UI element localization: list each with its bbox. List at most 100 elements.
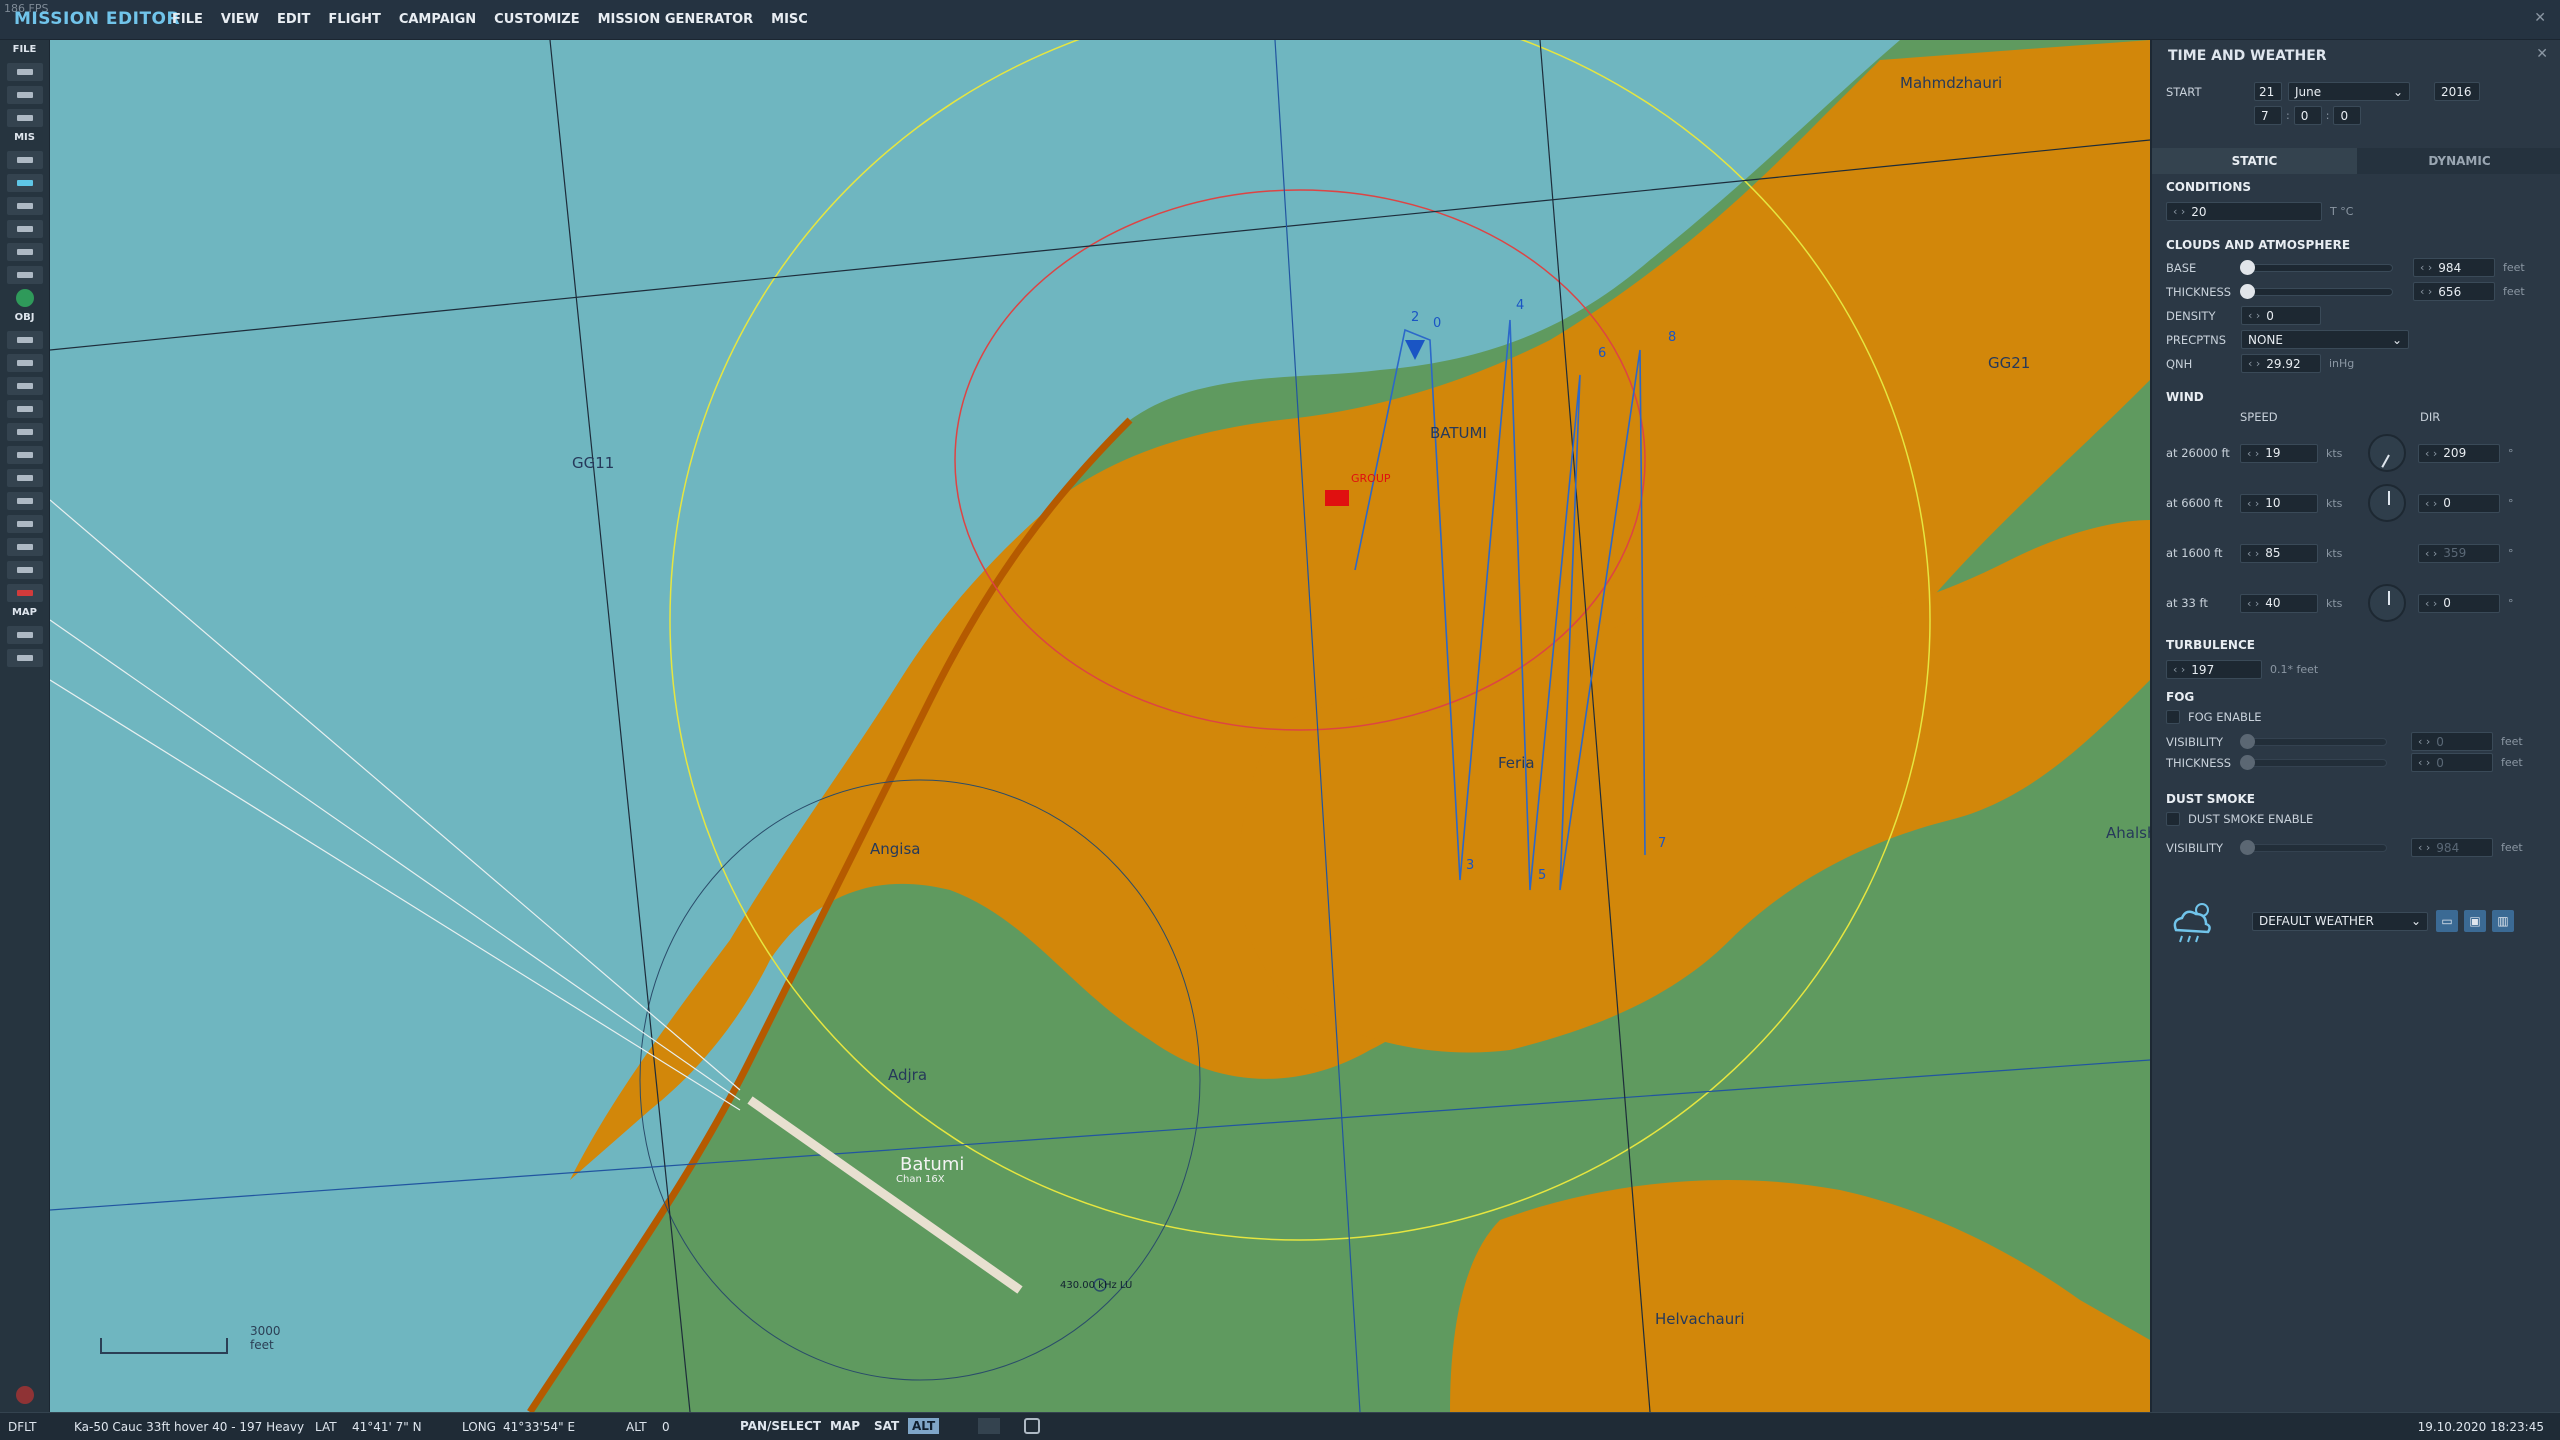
delete-preset-icon[interactable]: ▥ — [2492, 910, 2514, 932]
wind-dir-input[interactable]: 0 — [2418, 593, 2500, 613]
fly-mission-icon[interactable] — [15, 289, 34, 307]
options-check-icon[interactable] — [6, 266, 43, 284]
helicopter-group-icon[interactable] — [6, 354, 43, 372]
slider-knob[interactable] — [2240, 259, 2255, 275]
fog-enable-checkbox[interactable] — [2166, 710, 2180, 724]
close-icon[interactable]: ✕ — [2534, 10, 2546, 26]
wind-altitude-label: at 26000 ft — [2166, 446, 2230, 460]
ship-group-icon[interactable] — [6, 377, 43, 395]
screenshot-icon[interactable] — [978, 1418, 1000, 1434]
wind-dir-input[interactable]: 209 — [2418, 443, 2500, 463]
pan-select-button[interactable]: PAN/SELECT — [736, 1418, 825, 1434]
save-preset-icon[interactable]: ▣ — [2464, 910, 2486, 932]
menu-flight[interactable]: FLIGHT — [328, 12, 380, 27]
menu-file[interactable]: FILE — [172, 12, 203, 27]
carrier-icon[interactable] — [6, 515, 43, 533]
wind-speed-input[interactable]: 19 — [2240, 443, 2318, 463]
density-input[interactable]: 0 — [2241, 306, 2321, 325]
fog-visibility-input[interactable]: 0 — [2411, 732, 2493, 751]
load-preset-folder-icon[interactable]: ▭ — [2436, 910, 2458, 932]
triggers-icon[interactable] — [6, 197, 43, 215]
start-hour-input[interactable]: 7 — [2254, 106, 2282, 125]
menu-mission-generator[interactable]: MISSION GENERATOR — [598, 12, 754, 27]
bullseye-icon[interactable] — [6, 538, 43, 556]
map-canvas[interactable] — [50, 40, 2150, 1412]
airplane-group-icon[interactable] — [6, 331, 43, 349]
map-view[interactable]: GG11 GG21 BATUMI Batumi Chan 16X 430.00 … — [50, 40, 2150, 1412]
template-icon[interactable] — [6, 446, 43, 464]
panel-close-icon[interactable]: ✕ — [2536, 46, 2548, 62]
start-month-select[interactable]: June ⌄ — [2288, 82, 2410, 101]
wind-dir-input[interactable]: 0 — [2418, 493, 2500, 513]
start-year-input[interactable]: 2016 — [2434, 82, 2480, 101]
sat-mode-button[interactable]: SAT — [870, 1418, 903, 1434]
wind-speed-unit: kts — [2326, 496, 2343, 510]
dust-visibility-slider[interactable] — [2240, 839, 2387, 855]
airbase-label-batumi[interactable]: Batumi — [900, 1154, 964, 1175]
wind-speed-input[interactable]: 10 — [2240, 493, 2318, 513]
fog-visibility-slider[interactable] — [2240, 733, 2387, 749]
time-separator: : — [2286, 109, 2290, 122]
coordinate-mode-select[interactable]: DFLT — [8, 1420, 37, 1434]
map-options-icon[interactable] — [6, 626, 43, 644]
start-second-input[interactable]: 0 — [2333, 106, 2362, 125]
slider-knob[interactable] — [2240, 733, 2255, 749]
start-minute-input[interactable]: 0 — [2293, 106, 2322, 125]
dust-visibility-input[interactable]: 984 — [2411, 838, 2493, 857]
turbulence-input[interactable]: 197 — [2166, 660, 2262, 679]
trigger-zone-icon[interactable] — [6, 469, 43, 487]
alt-mode-button[interactable]: ALT — [908, 1418, 940, 1434]
weather-preset-select[interactable]: DEFAULT WEATHER ⌄ — [2252, 911, 2428, 931]
cloud-thickness-input[interactable]: 656 — [2413, 282, 2495, 301]
wind-speed-input[interactable]: 40 — [2240, 593, 2318, 613]
menu-misc[interactable]: MISC — [771, 12, 808, 27]
menu-campaign[interactable]: CAMPAIGN — [399, 12, 476, 27]
save-file-icon[interactable] — [6, 109, 43, 127]
settings-icon[interactable] — [1024, 1418, 1040, 1434]
wind-altitude-label: at 6600 ft — [2166, 496, 2223, 510]
toolbar-section-obj: OBJ — [14, 312, 35, 323]
delete-icon[interactable] — [6, 584, 43, 602]
tab-dynamic[interactable]: DYNAMIC — [2357, 148, 2560, 174]
wind-direction-dial[interactable] — [2368, 484, 2406, 522]
start-day-input[interactable]: 21 — [2254, 82, 2282, 101]
slider-knob[interactable] — [2240, 839, 2255, 855]
nav-point-icon[interactable] — [6, 492, 43, 510]
record-icon[interactable] — [16, 1386, 34, 1404]
mission-briefing-icon[interactable] — [6, 151, 43, 169]
failures-icon[interactable] — [6, 243, 43, 261]
precipitation-select[interactable]: NONE ⌄ — [2241, 330, 2409, 349]
static-object-icon[interactable] — [6, 423, 43, 441]
preset-row: DEFAULT WEATHER ⌄ ▭ ▣ ▥ — [2166, 896, 2514, 946]
dust-enable-checkbox[interactable] — [2166, 812, 2180, 826]
wind-speed-input[interactable]: 85 — [2240, 543, 2318, 563]
fog-thickness-slider[interactable] — [2240, 754, 2387, 770]
cloud-base-input[interactable]: 984 — [2413, 258, 2495, 277]
shapes-icon[interactable] — [6, 561, 43, 579]
temperature-input[interactable]: 20 — [2166, 202, 2322, 221]
left-toolbar: FILE MIS OBJ MAP — [0, 40, 50, 1412]
new-file-icon[interactable] — [6, 63, 43, 81]
goals-icon[interactable] — [6, 220, 43, 238]
slider-knob[interactable] — [2240, 754, 2255, 770]
vehicle-group-icon[interactable] — [6, 400, 43, 418]
wind-direction-dial[interactable] — [2368, 434, 2406, 472]
map-mode-button[interactable]: MAP — [826, 1418, 864, 1434]
open-file-icon[interactable] — [6, 86, 43, 104]
mission-editor-window: 186 FPS MISSION EDITOR FILE VIEW EDIT FL… — [0, 0, 2560, 1440]
qnh-input[interactable]: 29.92 — [2241, 354, 2321, 373]
menu-view[interactable]: VIEW — [221, 12, 259, 27]
wind-direction-dial[interactable] — [2368, 584, 2406, 622]
ruler-icon[interactable] — [6, 649, 43, 667]
menu-customize[interactable]: CUSTOMIZE — [494, 12, 579, 27]
cloud-base-slider[interactable] — [2240, 259, 2393, 275]
weather-icon[interactable] — [6, 174, 43, 192]
menu-edit[interactable]: EDIT — [277, 12, 310, 27]
wind-dir-input[interactable]: 359 — [2418, 543, 2500, 563]
tab-static[interactable]: STATIC — [2152, 148, 2357, 174]
slider-knob[interactable] — [2240, 283, 2255, 299]
cloud-thickness-slider[interactable] — [2240, 283, 2393, 299]
red-unit-marker[interactable] — [1325, 490, 1349, 506]
fog-thickness-input[interactable]: 0 — [2411, 753, 2493, 772]
precipitation-label: PRECPTNS — [2166, 332, 2227, 347]
